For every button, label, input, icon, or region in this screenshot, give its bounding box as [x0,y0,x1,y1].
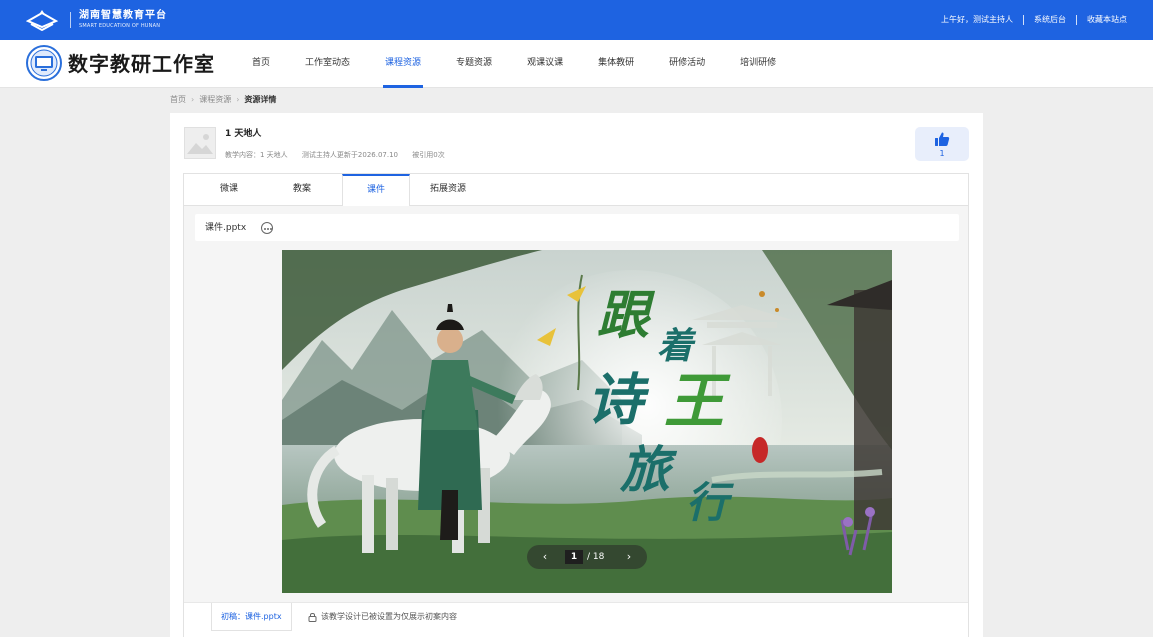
resource-tabs: 微课 教案 课件 拓展资源 [184,174,968,207]
nav-training[interactable]: 培训研修 [738,40,778,88]
platform-name[interactable]: 湖南智慧教育平台 [79,10,167,22]
link-separator [1076,15,1077,25]
slide-title-char: 跟 [597,285,650,346]
bookmark-link[interactable]: 收藏本站点 [1087,14,1127,26]
current-page[interactable]: 1 [565,550,583,564]
slide-preview[interactable]: 跟 着 诗 王 旅 行 ‹ 1 / 18 › [282,250,892,593]
draft-version-tab[interactable]: 初稿：课件.pptx [211,603,292,631]
user-greeting: 上午好，测试主持人 [941,15,1013,24]
meta-cited-count: 被引用0次 [412,151,445,159]
nav-course-resources[interactable]: 课程资源 [383,40,424,88]
breadcrumb-course-resources[interactable]: 课程资源 [199,94,231,106]
image-placeholder-icon [187,134,213,154]
lock-note: 该教学设计已被设置为仅展示初案内容 [308,611,457,623]
link-separator [1023,15,1024,25]
logo-divider [70,12,71,28]
tab-courseware[interactable]: 课件 [342,174,410,207]
nav-topic-resources[interactable]: 专题资源 [454,40,494,88]
studio-logo-icon[interactable] [26,45,62,81]
resource-title: 1 天地人 [225,129,262,139]
thumbs-up-icon [935,132,950,146]
platform-subtitle: SMART EDUCATION OF HUNAN [79,23,161,29]
nav-lesson-observation[interactable]: 观课议课 [525,40,565,88]
breadcrumb-separator: › [191,95,195,104]
slide-title-char: 旅 [620,440,670,499]
tab-lesson-plan[interactable]: 教案 [266,174,338,206]
top-bar: 湖南智慧教育平台 SMART EDUCATION OF HUNAN 上午好，测试… [0,0,1153,40]
breadcrumb-home[interactable]: 首页 [170,94,186,106]
lock-note-text: 该教学设计已被设置为仅展示初案内容 [321,612,457,621]
slide-title-char: 着 [657,325,694,367]
nav-studio-news[interactable]: 工作室动态 [303,40,352,88]
breadcrumb: 首页 › 课程资源 › 资源详情 [170,94,276,106]
lock-icon [308,613,317,622]
breadcrumb-current: 资源详情 [244,95,277,104]
user-links: 上午好，测试主持人 系统后台 收藏本站点 [941,14,1127,26]
resource-panel: 微课 教案 课件 拓展资源 课件.pptx 跟 着 诗 王 旅 行 ‹ 1 / … [183,173,969,637]
resource-thumbnail [184,127,216,159]
meta-updated: 测试主持人更新于2026.07.10 [301,151,399,159]
nav-research-activities[interactable]: 研修活动 [667,40,707,88]
courseware-viewer: 课件.pptx 跟 着 诗 王 旅 行 ‹ 1 / 18 › [184,206,968,602]
like-count: 1 [939,149,945,158]
more-options-icon[interactable] [261,222,273,234]
total-pages: / 18 [587,552,605,562]
platform-logo-icon[interactable] [26,9,58,31]
tab-extended-resources[interactable]: 拓展资源 [414,174,482,206]
file-bar: 课件.pptx [195,214,959,241]
prev-slide-button[interactable]: ‹ [537,549,553,565]
resource-card: 1 天地人 教学内容：1 天地人 测试主持人更新于2026.07.10 被引用0… [170,113,983,637]
slide-title-char: 诗 [587,367,643,433]
main-nav: 首页 工作室动态 课程资源 专题资源 观课议课 集体教研 研修活动 培训研修 [250,40,809,88]
nav-home[interactable]: 首页 [250,40,272,88]
breadcrumb-separator: › [236,95,240,104]
slide-title-char: 王 [664,367,724,437]
file-name: 课件.pptx [205,223,247,233]
slide-pager: ‹ 1 / 18 › [527,545,647,569]
resource-meta: 教学内容：1 天地人 测试主持人更新于2026.07.10 被引用0次 [225,150,457,160]
meta-teaching-content: 教学内容：1 天地人 [225,151,288,159]
next-slide-button[interactable]: › [621,549,637,565]
studio-title[interactable]: 数字教研工作室 [68,51,215,77]
nav-group-research[interactable]: 集体教研 [596,40,636,88]
version-bar: 初稿：课件.pptx 该教学设计已被设置为仅展示初案内容 [184,602,968,637]
like-button[interactable]: 1 [915,127,969,161]
site-header: 数字教研工作室 首页 工作室动态 课程资源 专题资源 观课议课 集体教研 研修活… [0,40,1153,88]
slide-title-char: 行 [686,478,729,527]
tab-micro-lesson[interactable]: 微课 [184,174,274,206]
admin-link[interactable]: 系统后台 [1034,14,1066,26]
